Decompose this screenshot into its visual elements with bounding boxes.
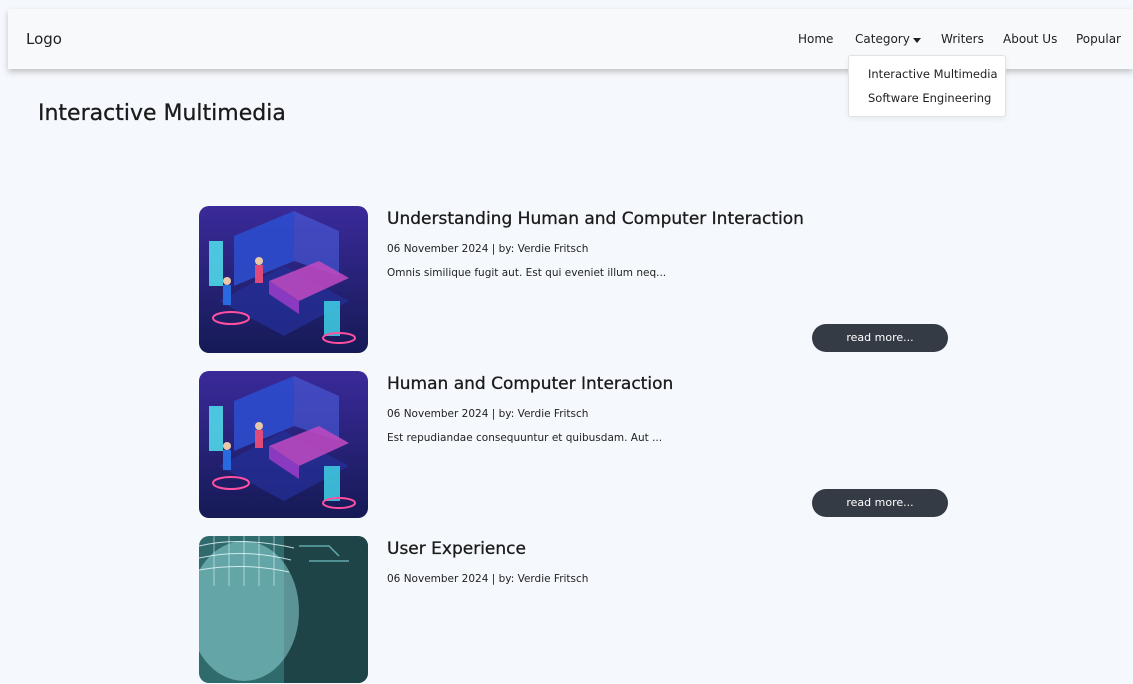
article-card: Understanding Human and Computer Interac… [199,206,959,354]
article-thumbnail[interactable] [199,206,368,353]
isometric-tech-illustration-icon [199,371,368,518]
article-title[interactable]: Understanding Human and Computer Interac… [387,209,804,229]
article-thumbnail[interactable] [199,536,368,683]
caret-down-icon[interactable] [913,38,921,43]
article-title[interactable]: User Experience [387,539,526,559]
wireframe-face-circuit-icon [199,536,368,683]
isometric-tech-illustration-icon [199,206,368,353]
article-meta: 06 November 2024 | by: Verdie Fritsch [387,573,589,585]
category-dropdown-menu: Interactive Multimedia Software Engineer… [848,55,1006,117]
dropdown-item-software-engineering[interactable]: Software Engineering [868,91,991,105]
article-title[interactable]: Human and Computer Interaction [387,374,674,394]
nav-writers[interactable]: Writers [941,32,984,46]
dropdown-item-interactive-multimedia[interactable]: Interactive Multimedia [868,67,998,81]
article-meta: 06 November 2024 | by: Verdie Fritsch [387,408,589,420]
nav-category[interactable]: Category [855,32,910,46]
logo[interactable]: Logo [26,30,62,48]
article-card: Human and Computer Interaction 06 Novemb… [199,371,959,519]
article-thumbnail[interactable] [199,371,368,518]
article-excerpt: Omnis similique fugit aut. Est qui eveni… [387,267,667,279]
read-more-button[interactable]: read more... [812,324,948,352]
article-excerpt: Est repudiandae consequuntur et quibusda… [387,432,663,444]
page-title: Interactive Multimedia [38,101,286,126]
read-more-button[interactable]: read more... [812,489,948,517]
nav-popular[interactable]: Popular [1076,32,1121,46]
nav-about-us[interactable]: About Us [1003,32,1057,46]
article-card: User Experience 06 November 2024 | by: V… [199,536,959,684]
article-meta: 06 November 2024 | by: Verdie Fritsch [387,243,589,255]
nav-home[interactable]: Home [798,32,833,46]
